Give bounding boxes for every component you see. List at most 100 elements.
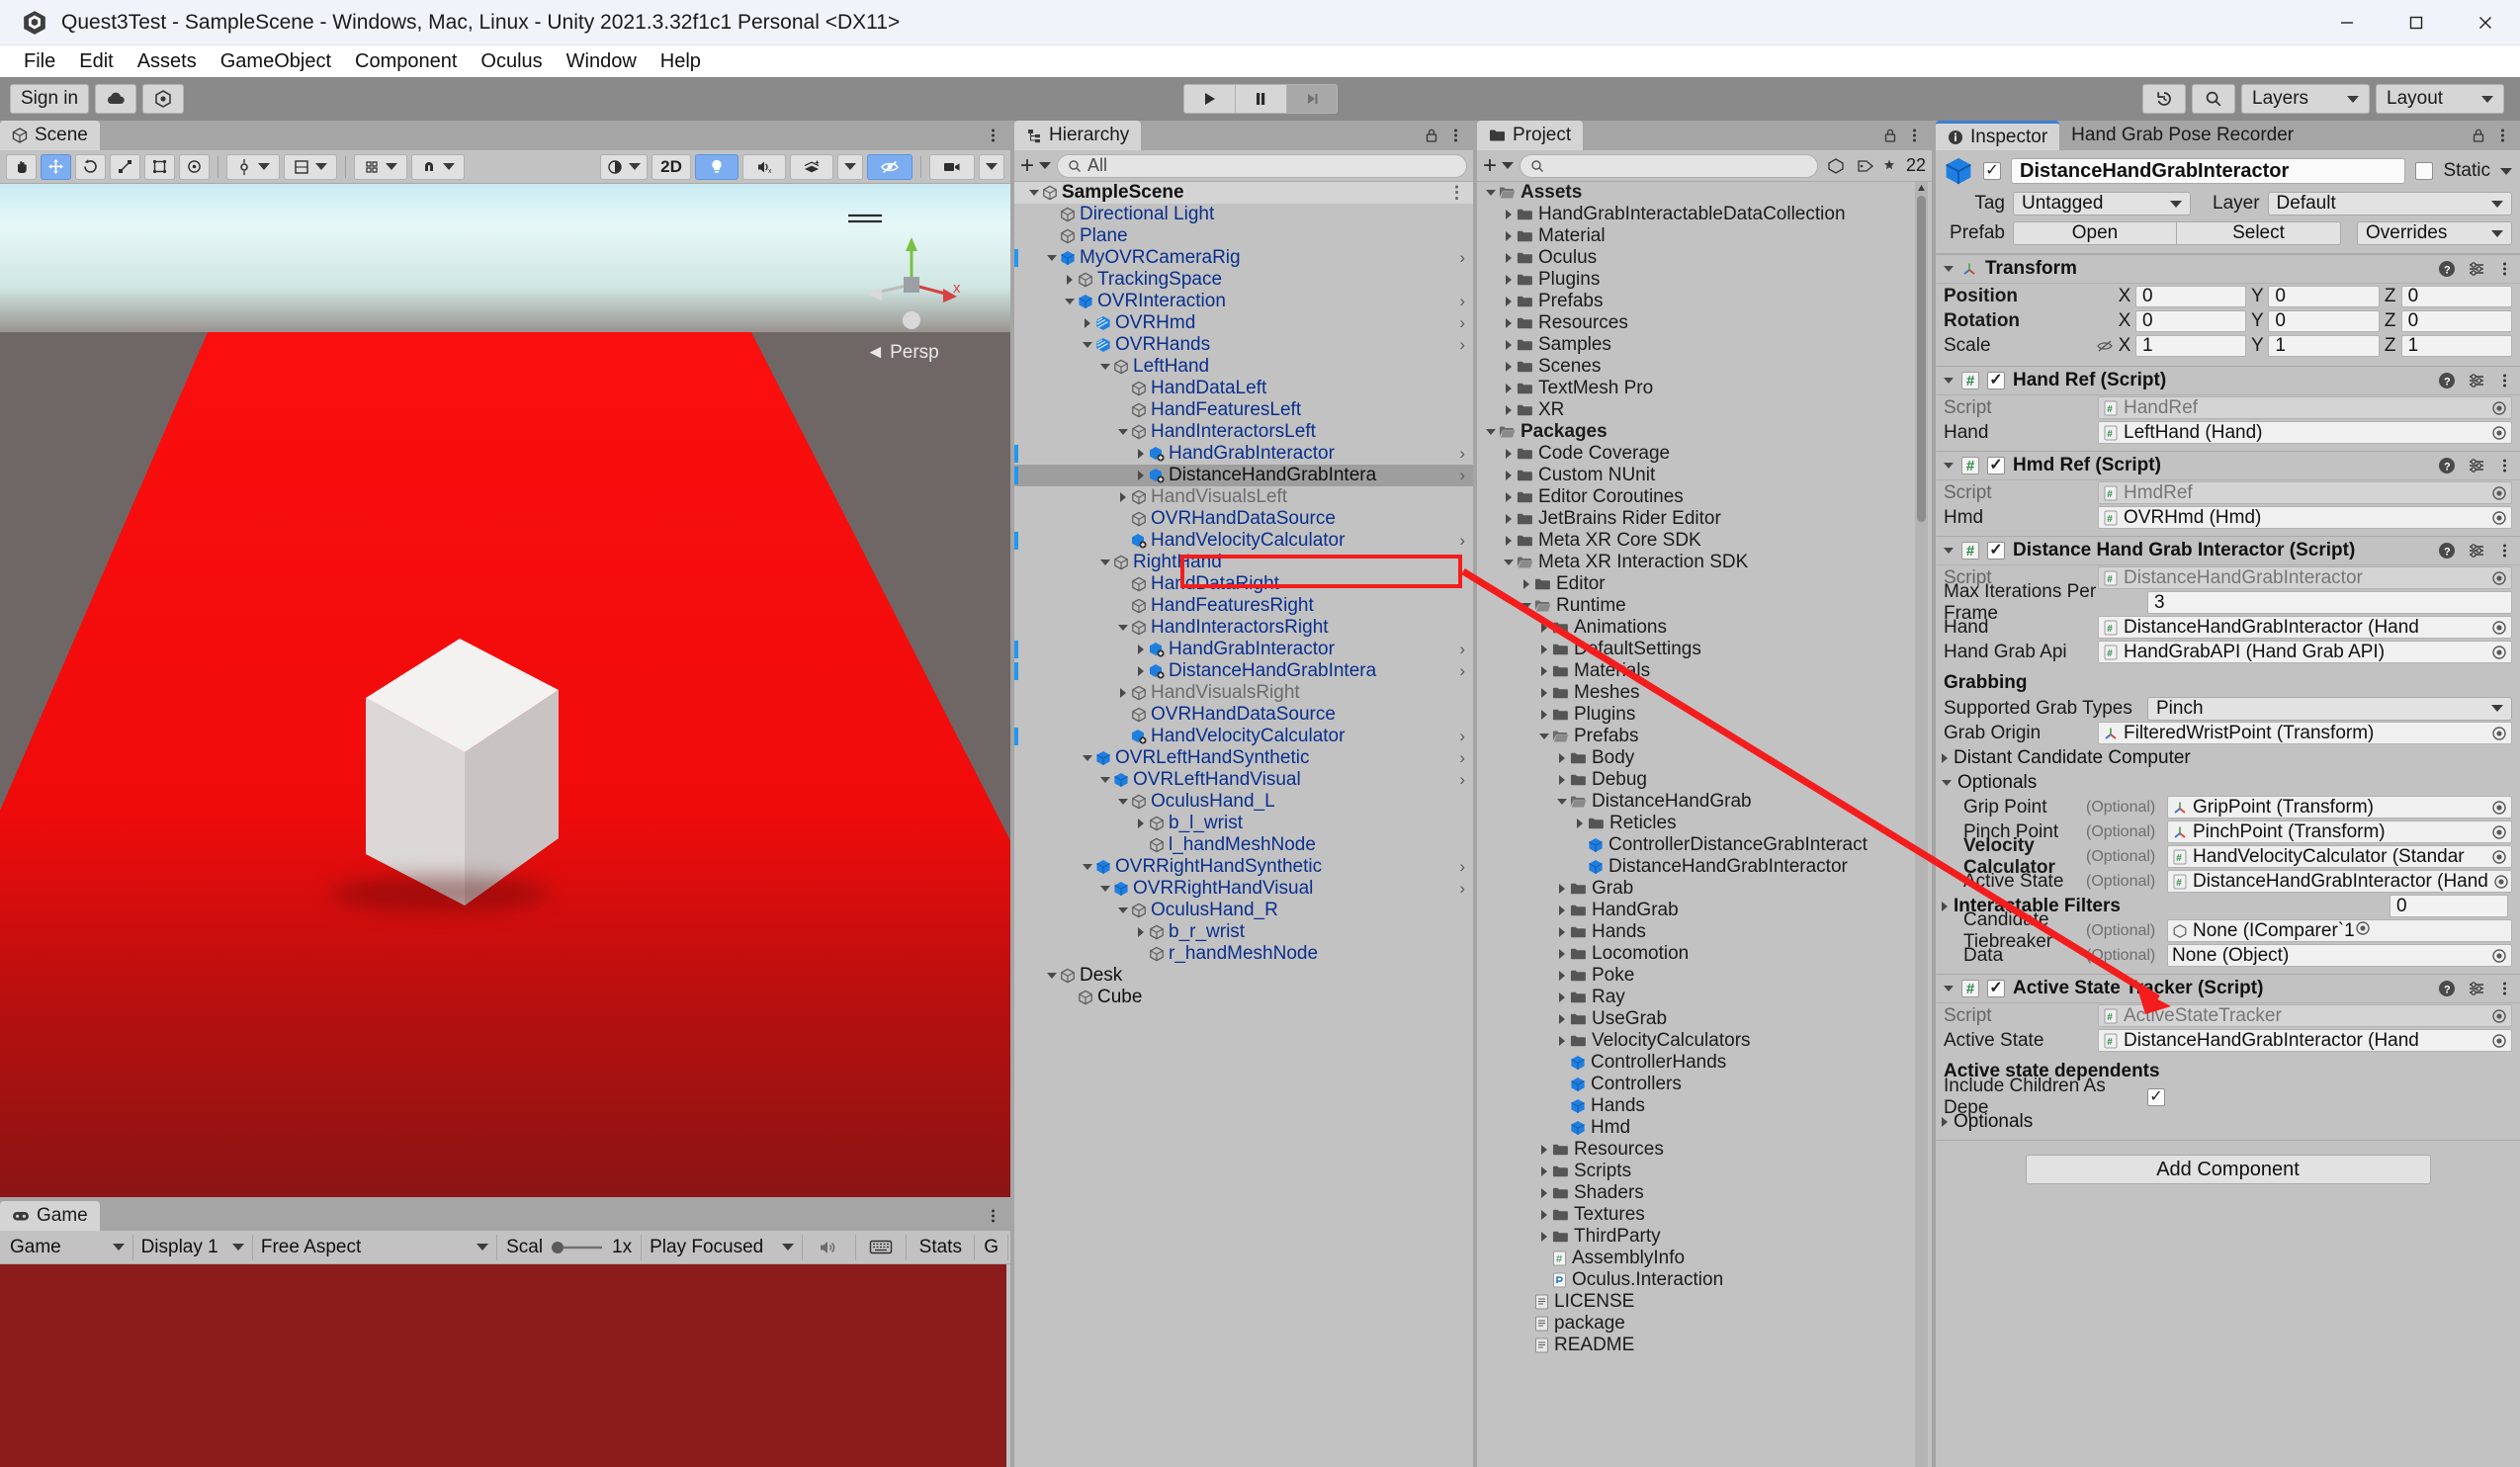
twisty-expanded-icon[interactable] (1944, 463, 1954, 469)
hierarchy-item-distancehandgrabintera[interactable]: DistanceHandGrabIntera › (1014, 465, 1473, 486)
hierarchy-item-l-handmeshnode[interactable]: l_handMeshNode (1014, 834, 1473, 856)
shading-mode-dropdown[interactable] (600, 153, 648, 180)
hierarchy-item-handgrabinteractor[interactable]: HandGrabInteractor › (1014, 639, 1473, 660)
project-item-plugins[interactable]: Plugins (1477, 269, 1932, 291)
project-item-xr[interactable]: XR (1477, 399, 1932, 421)
scroll-up-arrow-icon[interactable] (1917, 184, 1926, 193)
hierarchy-item-trackingspace[interactable]: TrackingSpace (1014, 269, 1473, 291)
twisty-expanded-icon[interactable] (1080, 864, 1095, 870)
hierarchy-tree[interactable]: SampleScene ⋮ Directional Light Plane MyOVRC… (1014, 182, 1473, 1467)
object-picker-icon[interactable] (2491, 400, 2507, 416)
hierarchy-item-handvisualsright[interactable]: HandVisualsRight (1014, 682, 1473, 704)
scale-tool-icon[interactable] (110, 153, 140, 180)
include-children-as-depe-checkbox[interactable] (2147, 1087, 2165, 1106)
project-item-scripts[interactable]: Scripts (1477, 1161, 1932, 1182)
help-icon[interactable]: ? (2438, 980, 2456, 997)
project-item-debug[interactable]: Debug (1477, 769, 1932, 791)
twisty-collapsed-icon[interactable] (1133, 666, 1149, 676)
project-item-textures[interactable]: Textures (1477, 1204, 1932, 1226)
prefab-open-chevron-icon[interactable]: › (1459, 748, 1465, 768)
maximize-button[interactable] (2382, 0, 2451, 45)
object-picker-icon[interactable] (2491, 645, 2507, 660)
rotate-tool-icon[interactable] (75, 153, 106, 180)
transform-position-y[interactable]: 0 (2268, 285, 2380, 307)
hierarchy-item-handgrabinteractor[interactable]: HandGrabInteractor › (1014, 443, 1473, 465)
hierarchy-item-plane[interactable]: Plane (1014, 225, 1473, 247)
foldout-optionals[interactable]: Optionals (1936, 770, 2520, 795)
preset-icon[interactable] (2468, 980, 2485, 997)
twisty-expanded-icon[interactable] (1097, 364, 1113, 370)
game-display-target-dropdown[interactable]: Game (2, 1234, 133, 1260)
hierarchy-item-oculushand-l[interactable]: OculusHand_L (1014, 791, 1473, 813)
static-dropdown-icon[interactable] (2500, 167, 2512, 175)
twisty-collapsed-icon[interactable] (1554, 1036, 1570, 1046)
lock-icon[interactable] (1425, 128, 1438, 143)
grab-origin-object-field[interactable]: FilteredWristPoint (Transform) (2098, 722, 2512, 744)
preset-icon[interactable] (2468, 372, 2485, 389)
twisty-expanded-icon[interactable] (1097, 560, 1113, 565)
component-enabled-checkbox[interactable] (1987, 457, 2005, 475)
hmd-object-field[interactable]: # OVRHmd (Hmd) (2098, 506, 2512, 529)
velocity-calculator-object-field[interactable]: # HandVelocityCalculator (Standar (2167, 845, 2512, 868)
project-scroll-thumb[interactable] (1917, 196, 1926, 522)
prefab-open-chevron-icon[interactable]: › (1459, 640, 1465, 659)
lighting-toggle[interactable] (695, 153, 739, 180)
prefab-overrides-dropdown[interactable]: Overrides (2357, 221, 2512, 245)
twisty-collapsed-icon[interactable] (1554, 775, 1570, 785)
twisty-collapsed-icon[interactable] (1501, 384, 1517, 393)
prefab-open-chevron-icon[interactable]: › (1459, 770, 1465, 790)
effects-dropdown[interactable] (790, 153, 833, 180)
audio-mute-toggle[interactable]: x (742, 153, 786, 180)
supported-grab-types-dropdown[interactable]: Pinch (2147, 696, 2512, 721)
script-object-field[interactable]: # DistanceHandGrabInteractor (2098, 566, 2512, 589)
object-picker-icon[interactable] (2491, 726, 2507, 741)
transform-scale-x[interactable]: 1 (2135, 334, 2247, 357)
object-enabled-checkbox[interactable] (1983, 162, 2001, 180)
twisty-expanded-icon[interactable] (1062, 299, 1078, 304)
object-picker-icon[interactable] (2491, 849, 2507, 865)
hierarchy-item-ovrrighthandsynthetic[interactable]: OVRRightHandSynthetic › (1014, 856, 1473, 878)
menu-window[interactable]: Window (555, 48, 649, 75)
prefab-open-chevron-icon[interactable]: › (1459, 879, 1465, 899)
game-stats-button[interactable]: Stats (907, 1234, 976, 1260)
hierarchy-item-oculushand-r[interactable]: OculusHand_R (1014, 900, 1473, 921)
scene-kebab-menu-icon[interactable]: ⋮ (1448, 183, 1465, 203)
mute-audio-icon[interactable] (803, 1234, 856, 1260)
project-item-samples[interactable]: Samples (1477, 334, 1932, 356)
layout-dropdown[interactable]: Layout (2376, 84, 2504, 114)
hierarchy-item-ovrrighthandvisual[interactable]: OVRRightHandVisual › (1014, 878, 1473, 900)
twisty-collapsed-icon[interactable] (1536, 666, 1552, 676)
menu-file[interactable]: File (12, 48, 67, 75)
hand-object-field[interactable]: # LeftHand (Hand) (2098, 421, 2512, 444)
pivot-mode-dropdown[interactable] (226, 153, 280, 180)
twisty-collapsed-icon[interactable] (1501, 514, 1517, 524)
twisty-expanded-icon[interactable] (1115, 429, 1131, 435)
project-item-assets[interactable]: Assets (1477, 182, 1932, 204)
menu-edit[interactable]: Edit (67, 48, 125, 75)
twisty-expanded-icon[interactable] (1519, 603, 1534, 609)
kebab-menu-icon[interactable] (2497, 542, 2512, 560)
object-picker-icon[interactable] (2491, 425, 2507, 441)
hierarchy-item-ovrinteraction[interactable]: OVRInteraction › (1014, 291, 1473, 312)
twisty-collapsed-icon[interactable] (1115, 688, 1131, 698)
hierarchy-item-righthand[interactable]: RightHand (1014, 552, 1473, 573)
script-object-field[interactable]: # ActiveStateTracker (2098, 1004, 2512, 1027)
project-item-runtime[interactable]: Runtime (1477, 595, 1932, 617)
hierarchy-add-button[interactable]: + (1020, 153, 1052, 178)
hierarchy-item-distancehandgrabintera[interactable]: DistanceHandGrabIntera › (1014, 660, 1473, 682)
constrain-proportions-off-icon[interactable] (2096, 338, 2114, 354)
twisty-collapsed-icon[interactable] (1554, 906, 1570, 915)
project-item-handgrabinteractabledatacollection[interactable]: HandGrabInteractableDataCollection (1477, 204, 1932, 225)
project-tree[interactable]: Assets HandGrabInteractableDataCollection… (1477, 182, 1932, 1467)
twisty-collapsed-icon[interactable] (1133, 449, 1149, 459)
project-item-hmd[interactable]: Hmd (1477, 1117, 1932, 1139)
game-playmode-dropdown[interactable]: Play Focused (642, 1234, 803, 1260)
candidate-tiebreaker-object-field[interactable]: None (IComparer`1 (2167, 919, 2512, 942)
twisty-expanded-icon[interactable] (1115, 799, 1131, 805)
twisty-expanded-icon[interactable] (1944, 378, 1954, 384)
project-item-scenes[interactable]: Scenes (1477, 356, 1932, 378)
twisty-expanded-icon[interactable] (1044, 255, 1060, 261)
object-picker-icon[interactable] (2491, 620, 2507, 636)
twisty-collapsed-icon[interactable] (1062, 275, 1078, 285)
preset-icon[interactable] (2468, 260, 2485, 278)
